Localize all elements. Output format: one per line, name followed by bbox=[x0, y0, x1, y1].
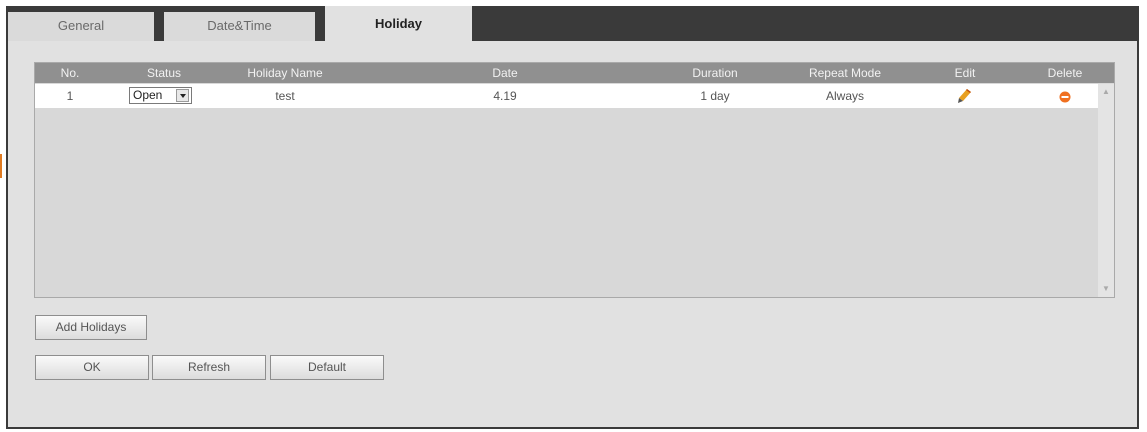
row-holiday-name: test bbox=[275, 89, 295, 103]
header-duration: Duration bbox=[692, 66, 738, 80]
header-status: Status bbox=[146, 66, 182, 80]
header-delete: Delete bbox=[1047, 66, 1083, 80]
left-edge-marker bbox=[0, 154, 2, 178]
ok-button[interactable]: OK bbox=[35, 355, 149, 380]
table-scrollbar[interactable]: ▲ ▼ bbox=[1098, 84, 1114, 297]
tab-holiday[interactable]: Holiday bbox=[325, 6, 472, 41]
header-repeat-mode: Repeat Mode bbox=[808, 66, 882, 80]
tab-date-time[interactable]: Date&Time bbox=[164, 12, 315, 41]
scroll-down-arrow-icon[interactable]: ▼ bbox=[1098, 283, 1114, 295]
header-date: Date bbox=[492, 66, 518, 80]
row-date: 4.19 bbox=[493, 89, 517, 103]
holiday-settings-panel: General Date&Time Holiday No. Status Hol… bbox=[6, 6, 1139, 429]
tab-bar: General Date&Time Holiday bbox=[8, 6, 1137, 41]
header-no: No. bbox=[60, 66, 80, 80]
default-button[interactable]: Default bbox=[270, 355, 384, 380]
delete-icon[interactable] bbox=[1059, 91, 1071, 103]
header-edit: Edit bbox=[954, 66, 976, 80]
row-duration: 1 day bbox=[700, 89, 730, 103]
table-row: 1 Open test 4.19 1 day Always bbox=[35, 84, 1098, 108]
refresh-button[interactable]: Refresh bbox=[152, 355, 266, 380]
scroll-up-arrow-icon[interactable]: ▲ bbox=[1098, 86, 1114, 98]
header-holiday-name: Holiday Name bbox=[247, 66, 323, 80]
pencil-icon[interactable] bbox=[958, 88, 972, 104]
chevron-down-icon[interactable] bbox=[176, 89, 189, 102]
add-holidays-button[interactable]: Add Holidays bbox=[35, 315, 147, 340]
status-select[interactable]: Open bbox=[129, 87, 192, 104]
table-header: No. Status Holiday Name Date Duration Re… bbox=[35, 63, 1114, 83]
tab-general[interactable]: General bbox=[8, 12, 154, 41]
row-repeat-mode: Always bbox=[825, 89, 864, 103]
holiday-table: No. Status Holiday Name Date Duration Re… bbox=[34, 62, 1115, 298]
row-no: 1 bbox=[66, 89, 74, 103]
status-select-value: Open bbox=[133, 88, 163, 102]
